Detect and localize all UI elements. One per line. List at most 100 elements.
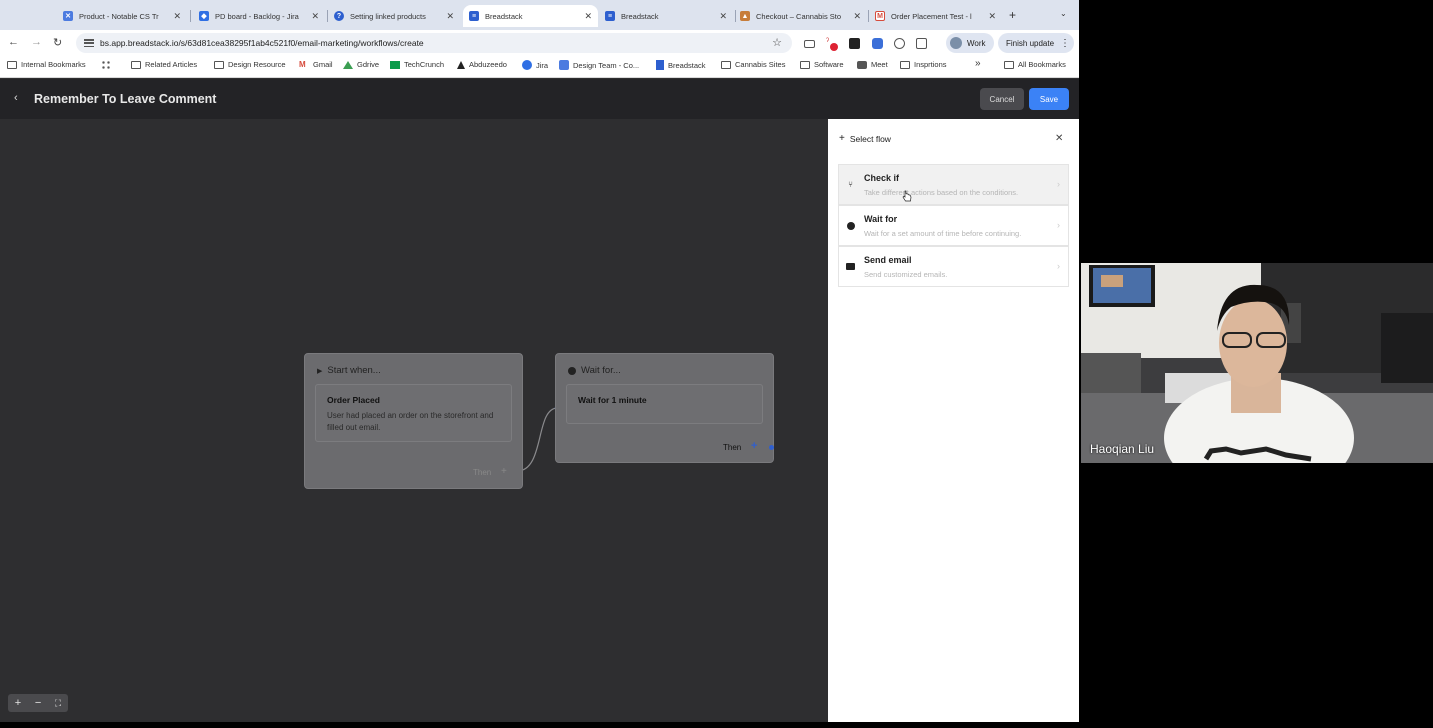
browser-tab[interactable]: M Order Placement Test - l ✕ <box>869 5 1002 27</box>
close-icon[interactable]: ✕ <box>988 11 996 22</box>
bookmark-item[interactable]: Related Articles <box>131 60 197 69</box>
close-icon[interactable]: ✕ <box>719 11 727 22</box>
puzzle-icon[interactable] <box>916 38 927 49</box>
folder-icon <box>7 60 17 69</box>
bookmark-item[interactable]: TechCrunch <box>390 60 444 69</box>
cancel-button[interactable]: Cancel <box>980 88 1024 110</box>
bookmarks-bar: Internal Bookmarks Related Articles Desi… <box>0 56 1079 78</box>
extension-icon[interactable] <box>894 38 905 49</box>
wait-node[interactable]: Wait for... Wait for 1 minute Then + <box>555 353 774 463</box>
workflow-canvas[interactable]: ▶ Start when... Order Placed User had pla… <box>0 119 828 722</box>
close-icon[interactable]: ✕ <box>584 11 592 22</box>
browser-tab[interactable]: ◆ PD board - Backlog - Jira ✕ <box>193 5 325 27</box>
wait-card[interactable]: Wait for 1 minute <box>566 384 763 424</box>
close-icon[interactable]: ✕ <box>446 11 454 22</box>
bookmark-item[interactable]: Design Team - Co... <box>559 60 639 70</box>
cast-icon[interactable] <box>804 40 815 48</box>
browser-tab[interactable]: ▲ Checkout – Cannabis Sto ✕ <box>734 5 867 27</box>
zoom-out-icon[interactable]: − <box>35 697 41 709</box>
jira-icon: ◆ <box>199 11 209 21</box>
chevron-right-icon: › <box>1057 261 1060 271</box>
bookmark-star-icon[interactable]: ☆ <box>772 36 782 49</box>
jira-icon: ✕ <box>63 11 73 21</box>
back-arrow-icon[interactable]: ← <box>8 36 19 48</box>
address-bar[interactable]: bs.app.breadstack.io/s/63d81cea38295f1ab… <box>76 33 792 53</box>
flow-option-send-email[interactable]: Send email Send customized emails. › <box>838 246 1069 287</box>
breadstack-icon: ≡ <box>605 11 615 21</box>
extension-icon[interactable] <box>872 38 883 49</box>
panel-title: Select flow <box>849 133 891 144</box>
gmail-icon: M <box>875 11 885 21</box>
apps-grid-icon <box>101 60 111 70</box>
bookmark-item[interactable]: All Bookmarks <box>1004 60 1066 69</box>
bookmark-item[interactable]: Insprtions <box>900 60 947 69</box>
site-settings-icon[interactable] <box>84 39 94 47</box>
plus-icon: + <box>839 133 845 144</box>
mail-icon <box>846 262 855 271</box>
close-icon[interactable]: ✕ <box>173 11 181 22</box>
browser-tab[interactable]: ✕ Product - Notable CS Tr ✕ <box>57 5 187 27</box>
techcrunch-icon <box>390 60 400 69</box>
flow-option-check-if[interactable]: ⑂ Check if Take different actions based … <box>838 164 1069 205</box>
flow-option-wait-for[interactable]: Wait for Wait for a set amount of time b… <box>838 205 1069 246</box>
profile-chip[interactable]: Work <box>946 33 994 53</box>
bookmark-item[interactable]: Jira <box>522 60 548 70</box>
close-icon[interactable]: ✕ <box>853 11 861 22</box>
more-bookmarks-chevron-icon[interactable]: » <box>975 58 981 69</box>
breadstack-icon: ≡ <box>469 11 479 21</box>
finish-update-button[interactable]: Finish update ⋮ <box>998 33 1074 53</box>
bookmark-item[interactable]: Gdrive <box>343 60 379 69</box>
browser-tab-active[interactable]: ≡ Breadstack ✕ <box>463 5 598 27</box>
fit-view-icon[interactable]: ⛶ <box>55 698 61 709</box>
output-handle[interactable] <box>769 445 774 450</box>
clock-icon <box>568 366 576 375</box>
folder-icon <box>800 60 810 69</box>
webcam-tile: Haoqian Liu <box>1081 263 1433 463</box>
extension-icon[interactable] <box>849 38 860 49</box>
close-icon[interactable]: ✕ <box>1055 133 1063 144</box>
folder-icon <box>721 60 731 69</box>
add-step-icon[interactable]: + <box>751 440 757 452</box>
url-text: bs.app.breadstack.io/s/63d81cea38295f1ab… <box>100 38 424 48</box>
start-node[interactable]: ▶ Start when... Order Placed User had pla… <box>304 353 523 489</box>
browser-tab[interactable]: ? Setting linked products ✕ <box>328 5 460 27</box>
page-title: Remember To Leave Comment <box>34 92 217 106</box>
forward-arrow-icon[interactable]: → <box>31 36 42 48</box>
bookmark-item[interactable]: Design Resource <box>214 60 286 69</box>
trigger-card[interactable]: Order Placed User had placed an order on… <box>315 384 512 442</box>
participant-name: Haoqian Liu <box>1090 442 1155 456</box>
bookmark-item[interactable] <box>101 60 115 70</box>
tab-search-chevron-icon[interactable]: ⌄ <box>1060 9 1067 18</box>
jira-icon <box>559 60 569 70</box>
screen-share: ✕ Product - Notable CS Tr ✕ ◆ PD board -… <box>0 0 1079 722</box>
add-step-icon[interactable]: + <box>501 466 507 477</box>
new-tab-button[interactable]: + <box>1009 8 1016 22</box>
help-icon: ? <box>334 11 344 21</box>
participant-video <box>1081 263 1433 463</box>
browser-tab-bar: ✕ Product - Notable CS Tr ✕ ◆ PD board -… <box>0 0 1079 30</box>
folder-icon <box>131 60 141 69</box>
abduzeedo-icon <box>457 60 465 69</box>
chevron-right-icon: › <box>1057 220 1060 230</box>
close-icon[interactable]: ✕ <box>311 11 319 22</box>
zoom-in-icon[interactable]: + <box>15 697 21 709</box>
bookmark-item[interactable]: Abduzeedo <box>457 60 507 69</box>
chevron-right-icon: › <box>1057 179 1060 189</box>
bookmark-item[interactable]: Software <box>800 60 844 69</box>
back-chevron-icon[interactable]: ‹ <box>14 92 18 104</box>
bookmark-item[interactable]: Cannabis Sites <box>721 60 785 69</box>
browser-toolbar: ← → ↻ bs.app.breadstack.io/s/63d81cea382… <box>0 30 1079 56</box>
reload-icon[interactable]: ↻ <box>53 36 62 49</box>
bookmark-item[interactable]: Internal Bookmarks <box>7 60 86 69</box>
bookmark-item[interactable]: Breadstack <box>656 60 706 70</box>
browser-tab[interactable]: ≡ Breadstack ✕ <box>599 5 733 27</box>
hand-cursor-icon <box>902 190 912 202</box>
drive-icon <box>343 60 353 69</box>
meet-icon <box>857 60 867 69</box>
bookmark-item[interactable]: M Gmail <box>299 60 333 69</box>
bookmark-item[interactable]: Meet <box>857 60 888 69</box>
save-button[interactable]: Save <box>1029 88 1069 110</box>
folder-icon <box>900 60 910 69</box>
kebab-menu-icon[interactable]: ⋮ <box>1060 38 1070 49</box>
store-icon: ▲ <box>740 11 750 21</box>
